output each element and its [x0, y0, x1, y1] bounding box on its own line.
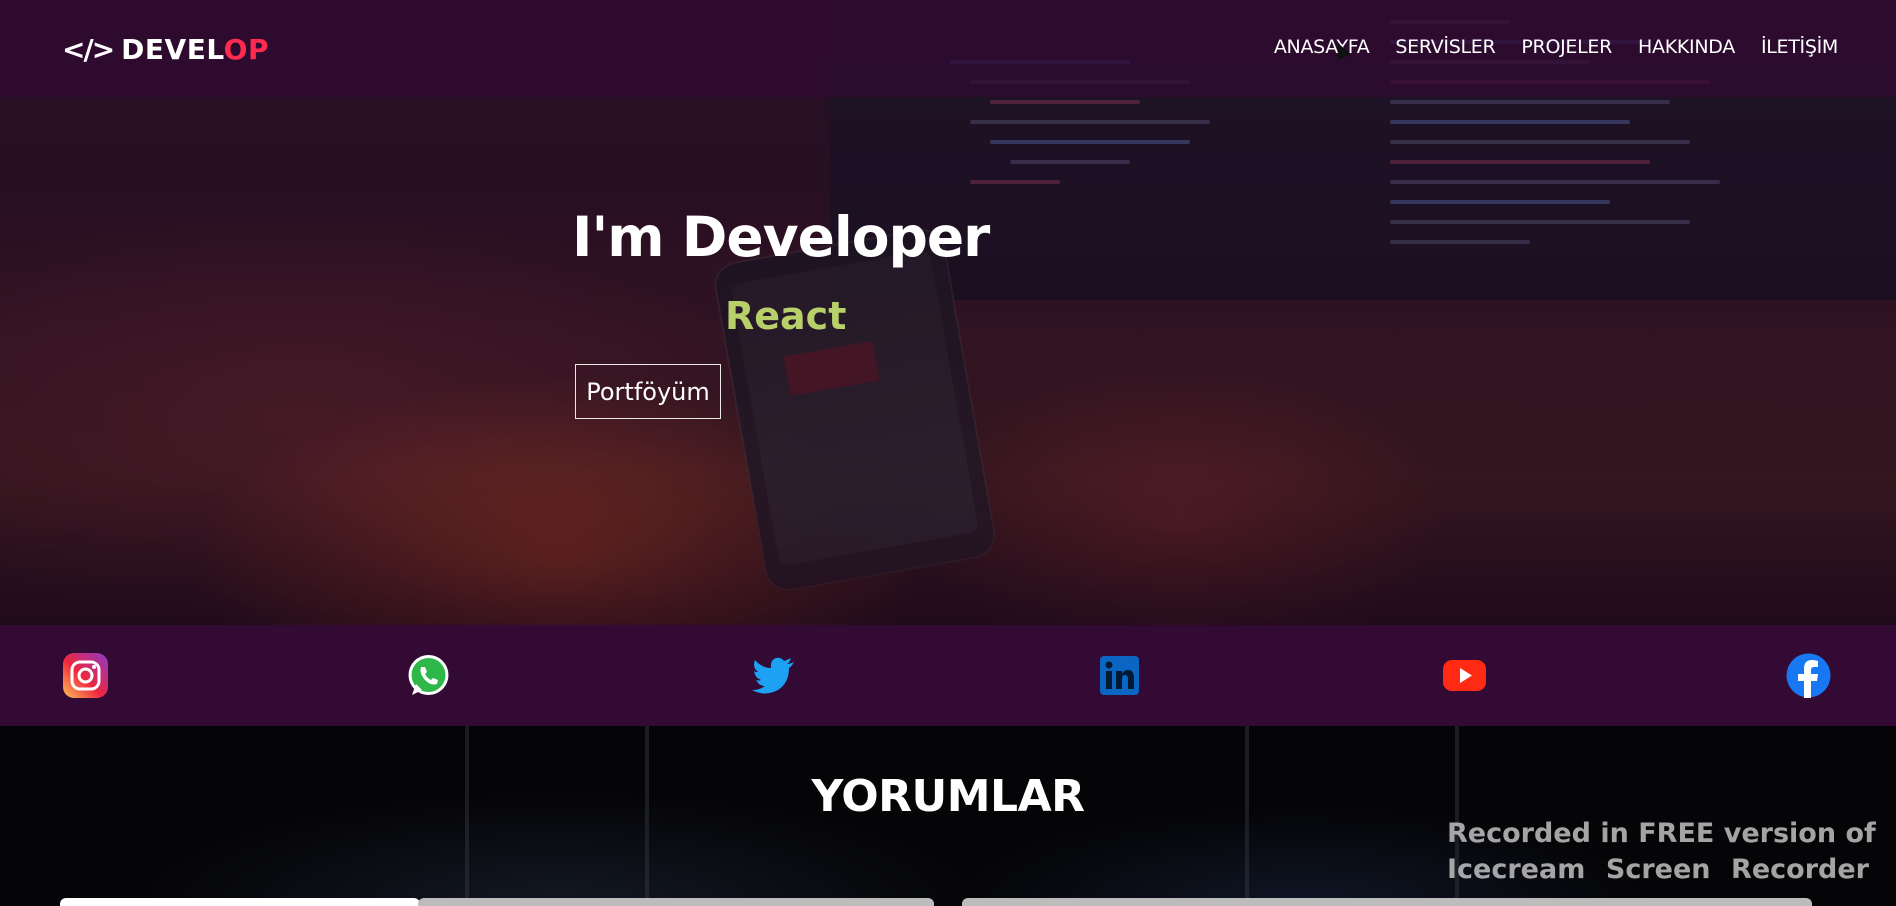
- whatsapp-icon[interactable]: [406, 653, 451, 698]
- facebook-icon[interactable]: [1786, 653, 1831, 698]
- portfolio-button[interactable]: Portföyüm: [575, 364, 721, 419]
- hero-title: I'm Developer: [572, 205, 990, 269]
- review-card: [418, 898, 934, 906]
- instagram-icon[interactable]: [63, 653, 108, 698]
- reviews-title: YORUMLAR: [811, 771, 1085, 822]
- review-card: [60, 898, 420, 906]
- code-icon: </>: [62, 32, 115, 66]
- logo-text-red: OP: [223, 32, 269, 66]
- review-card: [962, 898, 1812, 906]
- linkedin-icon[interactable]: [1097, 653, 1142, 698]
- watermark-line-1: Recorded in FREE version of: [1447, 818, 1876, 849]
- nav-item-servisler[interactable]: SERVİSLER: [1395, 36, 1495, 58]
- watermark-word: Screen: [1605, 854, 1711, 885]
- watermark-word: Recorder: [1731, 854, 1869, 885]
- hero-subtitle: React: [725, 294, 847, 338]
- page: </> DEVELOP ANASAYFA SERVİSLER PROJELER …: [0, 0, 1896, 906]
- nav-item-hakkinda[interactable]: HAKKINDA: [1638, 36, 1735, 58]
- logo-text: DEVELOP: [121, 33, 269, 66]
- nav-item-iletisim[interactable]: İLETİŞİM: [1761, 36, 1838, 58]
- logo[interactable]: </> DEVELOP: [62, 30, 269, 68]
- twitter-icon[interactable]: [751, 653, 796, 698]
- watermark-line-2: Icecream Screen Recorder: [1447, 852, 1869, 888]
- logo-text-white: DEVEL: [121, 32, 224, 66]
- youtube-icon[interactable]: [1442, 653, 1487, 698]
- header: </> DEVELOP ANASAYFA SERVİSLER PROJELER …: [0, 0, 1896, 97]
- social-bar: [0, 625, 1896, 726]
- nav-item-projeler[interactable]: PROJELER: [1521, 36, 1612, 58]
- nav-item-anasayfa[interactable]: ANASAYFA: [1274, 36, 1370, 58]
- main-nav: ANASAYFA SERVİSLER PROJELER HAKKINDA İLE…: [1274, 36, 1838, 58]
- watermark-word: Icecream: [1447, 854, 1586, 885]
- recorder-watermark: Recorded in FREE version of Icecream Scr…: [1447, 816, 1876, 888]
